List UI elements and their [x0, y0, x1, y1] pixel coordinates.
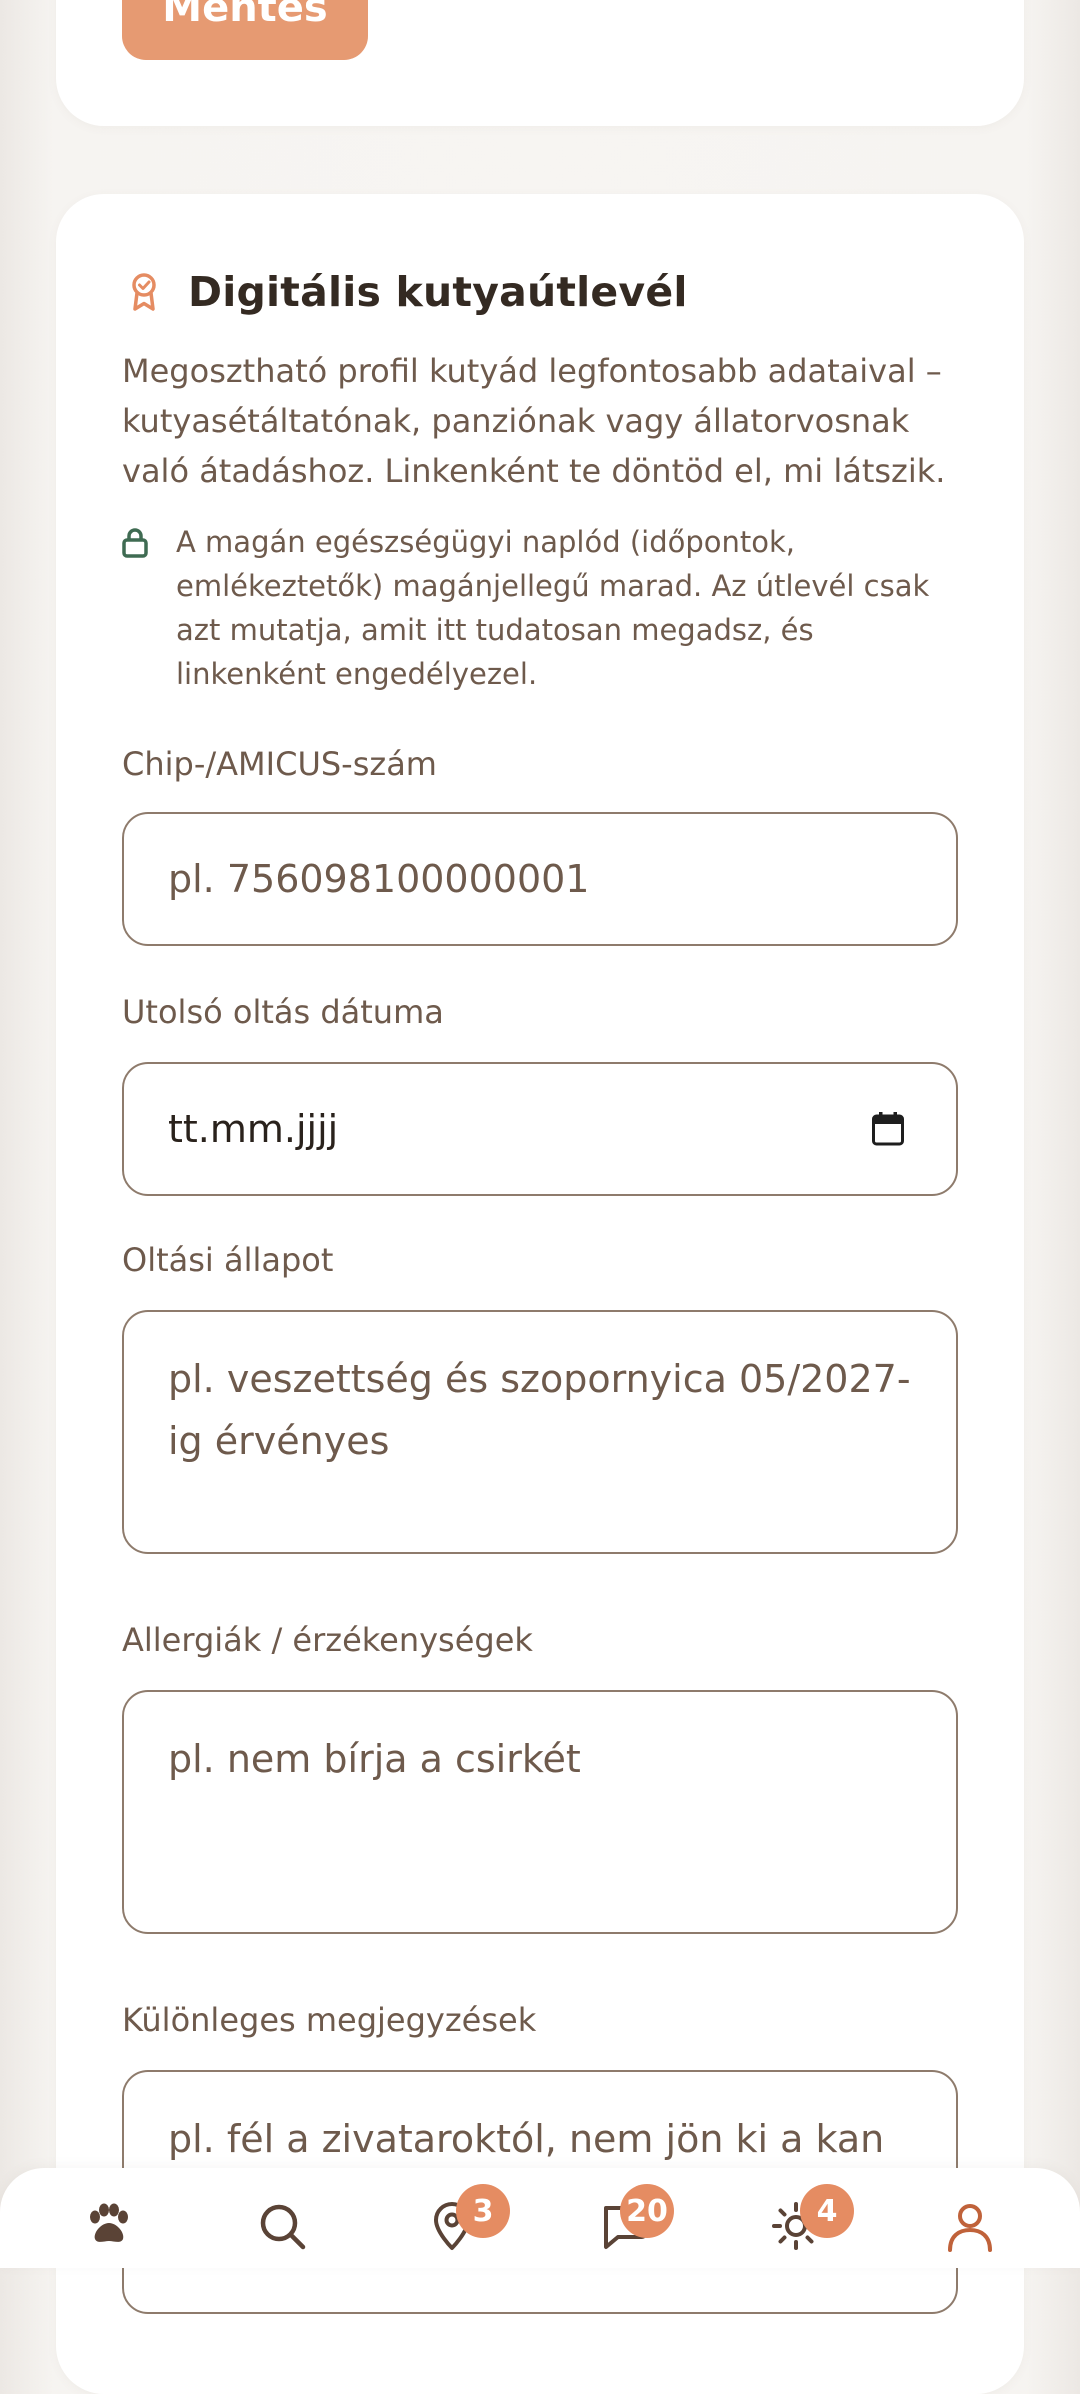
lock-icon [122, 528, 148, 558]
passport-intro: Megosztható profil kutyád legfontosabb a… [122, 352, 946, 490]
messages-badge: 20 [620, 2184, 674, 2238]
vaccination-status-label: Oltási állapot [122, 1241, 334, 1279]
bottom-nav: 3 20 4 [0, 2168, 1080, 2268]
privacy-text: A magán egészségügyi naplód (időpontok, … [176, 525, 930, 691]
passport-header: Digitális kutyaútlevél [128, 262, 688, 322]
nav-item-search[interactable] [222, 2168, 342, 2268]
save-button[interactable]: Mentés [122, 0, 368, 60]
vaccination-status-textarea[interactable] [122, 1310, 958, 1554]
date-placeholder: tt.mm.jjjj [168, 1107, 339, 1151]
nav-item-messages[interactable]: 20 [564, 2168, 684, 2268]
vaccination-date-label: Utolsó oltás dátuma [122, 993, 444, 1031]
chip-label: Chip-/AMICUS-szám [122, 745, 437, 783]
nav-item-dogs[interactable] [48, 2168, 168, 2268]
map-badge: 3 [456, 2184, 510, 2238]
weather-badge: 4 [800, 2184, 854, 2238]
user-icon [948, 2204, 992, 2252]
paw-icon [90, 2203, 128, 2242]
calendar-icon[interactable] [872, 1112, 904, 1146]
allergies-textarea[interactable] [122, 1690, 958, 1934]
special-notes-label: Különleges megjegyzések [122, 2001, 537, 2039]
nav-item-map[interactable]: 3 [392, 2168, 512, 2268]
allergies-label: Allergiák / érzékenységek [122, 1621, 533, 1659]
chip-number-input[interactable] [122, 812, 958, 946]
nav-item-profile[interactable] [910, 2168, 1030, 2268]
privacy-note: A magán egészségügyi naplód (időpontok, … [122, 520, 972, 696]
badge-award-icon [132, 273, 156, 311]
passport-title: Digitális kutyaútlevél [188, 268, 688, 316]
search-icon [260, 2204, 306, 2250]
vaccination-date-input[interactable]: tt.mm.jjjj [122, 1062, 958, 1196]
nav-item-weather[interactable]: 4 [736, 2168, 856, 2268]
